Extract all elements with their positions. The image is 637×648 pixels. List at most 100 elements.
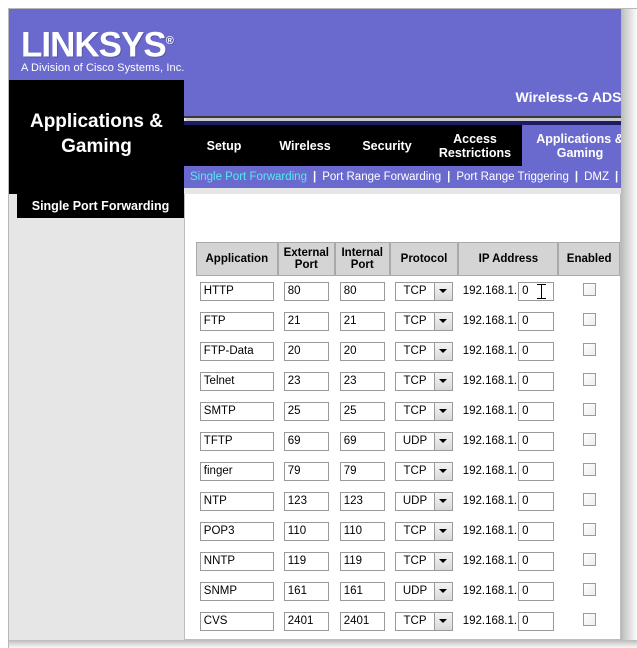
application-input[interactable] (199, 611, 274, 631)
chevron-down-icon[interactable] (433, 552, 452, 570)
internal-port-input[interactable] (339, 611, 385, 631)
external-port-input[interactable] (283, 581, 329, 601)
protocol-select[interactable]: UDP (394, 491, 453, 511)
external-port-input[interactable] (283, 401, 329, 421)
chevron-down-icon[interactable] (433, 432, 452, 450)
internal-port-input[interactable] (339, 431, 385, 451)
ip-octet-input[interactable] (518, 371, 555, 391)
ip-octet-input[interactable] (518, 611, 555, 631)
ip-octet-input[interactable] (518, 281, 555, 301)
ip-prefix-label: 192.168.1. (462, 375, 518, 387)
internal-port-input[interactable] (339, 521, 385, 541)
cell-protocol: TCP (390, 276, 459, 306)
enabled-checkbox[interactable] (582, 523, 596, 536)
application-input[interactable] (199, 341, 274, 361)
enabled-checkbox[interactable] (582, 493, 596, 506)
internal-port-input[interactable] (339, 401, 385, 421)
chevron-down-icon[interactable] (433, 462, 452, 480)
external-port-input[interactable] (283, 491, 329, 511)
application-input[interactable] (199, 581, 274, 601)
subtab-single-port-forwarding[interactable]: Single Port Forwarding (190, 171, 307, 183)
table-row: TCP 192.168.1. (196, 306, 620, 336)
external-port-input[interactable] (283, 551, 329, 571)
protocol-select[interactable]: UDP (394, 581, 453, 601)
ip-octet-input[interactable] (518, 401, 555, 421)
external-port-input[interactable] (283, 431, 329, 451)
external-port-input[interactable] (283, 521, 329, 541)
application-input[interactable] (199, 281, 274, 301)
chevron-down-icon[interactable] (433, 612, 452, 630)
enabled-checkbox[interactable] (582, 403, 596, 416)
internal-port-input[interactable] (339, 341, 385, 361)
protocol-select[interactable]: TCP (394, 371, 453, 391)
application-input[interactable] (199, 461, 274, 481)
ip-octet-input[interactable] (518, 551, 555, 571)
enabled-checkbox[interactable] (582, 343, 596, 356)
tab-access-restrictions[interactable]: Access Restrictions (428, 125, 522, 166)
enabled-checkbox[interactable] (582, 433, 596, 446)
protocol-select[interactable]: TCP (394, 401, 453, 421)
cell-protocol: TCP (390, 306, 459, 336)
ip-prefix-label: 192.168.1. (462, 585, 518, 597)
protocol-select[interactable]: TCP (394, 341, 453, 361)
external-port-input[interactable] (283, 311, 329, 331)
application-input[interactable] (199, 401, 274, 421)
internal-port-input[interactable] (339, 461, 385, 481)
chevron-down-icon[interactable] (433, 372, 452, 390)
protocol-select[interactable]: TCP (394, 611, 453, 631)
internal-port-input[interactable] (339, 551, 385, 571)
protocol-select[interactable]: TCP (394, 521, 453, 541)
enabled-checkbox[interactable] (582, 553, 596, 566)
subtab-port-range-triggering[interactable]: Port Range Triggering (456, 171, 569, 183)
tab-security[interactable]: Security (346, 125, 428, 166)
external-port-input[interactable] (283, 611, 329, 631)
internal-port-input[interactable] (339, 371, 385, 391)
protocol-select[interactable]: TCP (394, 281, 453, 301)
enabled-checkbox[interactable] (582, 583, 596, 596)
ip-octet-input[interactable] (518, 491, 555, 511)
tab-applications-gaming[interactable]: Applications & Gaming (522, 125, 637, 166)
protocol-select[interactable]: TCP (394, 551, 453, 571)
external-port-input[interactable] (283, 461, 329, 481)
application-input[interactable] (199, 551, 274, 571)
application-input[interactable] (199, 371, 274, 391)
external-port-input[interactable] (283, 281, 329, 301)
enabled-checkbox[interactable] (582, 283, 596, 296)
subtab-port-range-forwarding[interactable]: Port Range Forwarding (322, 171, 441, 183)
ip-octet-input[interactable] (518, 341, 555, 361)
enabled-checkbox[interactable] (582, 373, 596, 386)
chevron-down-icon[interactable] (433, 492, 452, 510)
enabled-checkbox[interactable] (582, 313, 596, 326)
external-port-input[interactable] (283, 341, 329, 361)
internal-port-input[interactable] (339, 311, 385, 331)
ip-octet-input[interactable] (518, 461, 555, 481)
chevron-down-icon[interactable] (433, 522, 452, 540)
internal-port-input[interactable] (339, 581, 385, 601)
application-input[interactable] (199, 311, 274, 331)
chevron-down-icon[interactable] (433, 402, 452, 420)
application-input[interactable] (199, 431, 274, 451)
ip-prefix-label: 192.168.1. (462, 285, 518, 297)
chevron-down-icon[interactable] (433, 342, 452, 360)
protocol-select[interactable]: UDP (394, 431, 453, 451)
chevron-down-icon[interactable] (433, 282, 452, 300)
enabled-checkbox[interactable] (582, 613, 596, 626)
application-input[interactable] (199, 521, 274, 541)
external-port-input[interactable] (283, 371, 329, 391)
application-input[interactable] (199, 491, 274, 511)
subtab-dmz[interactable]: DMZ (584, 171, 609, 183)
tab-wireless[interactable]: Wireless (264, 125, 346, 166)
internal-port-input[interactable] (339, 491, 385, 511)
enabled-checkbox[interactable] (582, 463, 596, 476)
ip-octet-input[interactable] (518, 311, 555, 331)
chevron-down-icon[interactable] (433, 312, 452, 330)
protocol-select[interactable]: TCP (394, 311, 453, 331)
ip-octet-input[interactable] (518, 521, 555, 541)
tab-setup[interactable]: Setup (184, 125, 264, 166)
protocol-select[interactable]: TCP (394, 461, 453, 481)
ip-octet-input[interactable] (518, 581, 555, 601)
ip-octet-input[interactable] (518, 431, 555, 451)
internal-port-input[interactable] (339, 281, 385, 301)
cell-ip-address: 192.168.1. (458, 546, 558, 576)
chevron-down-icon[interactable] (433, 582, 452, 600)
